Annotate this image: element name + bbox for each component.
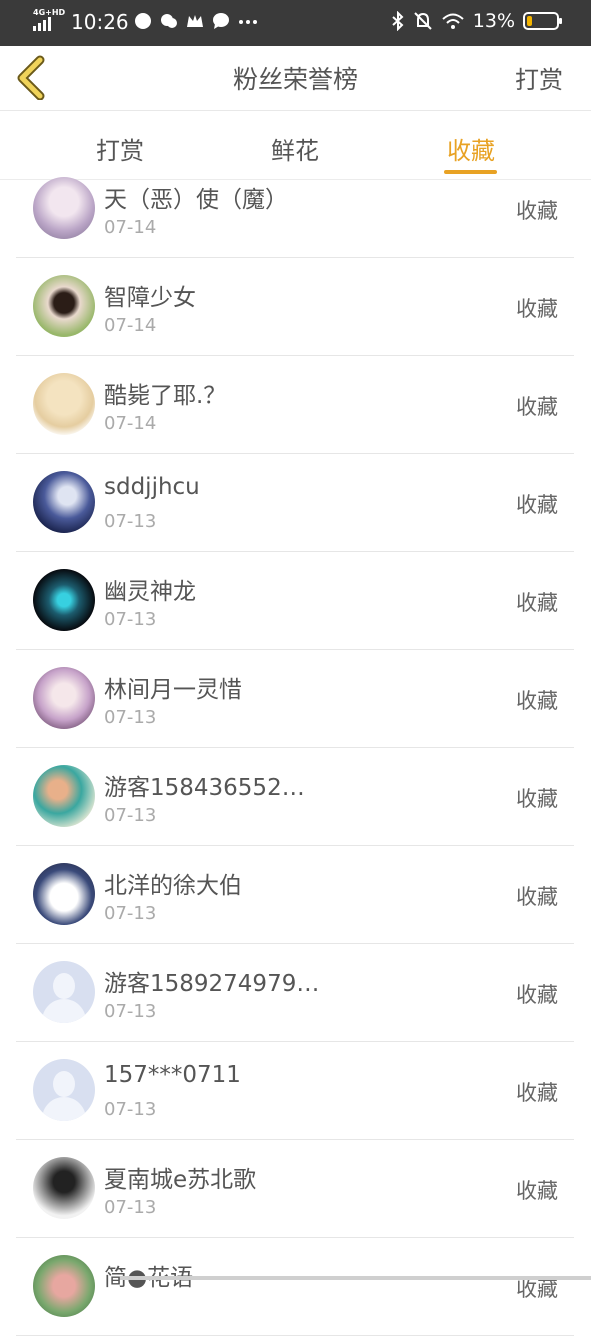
favorite-label: 收藏: [516, 1081, 558, 1105]
list-item[interactable]: 游客158436552… 07-13 收藏: [16, 748, 574, 846]
battery-icon: [523, 12, 562, 30]
user-name: 北洋的徐大伯: [104, 873, 242, 899]
avatar: [33, 863, 95, 925]
list-item[interactable]: 智障少女 07-14 收藏: [16, 258, 574, 356]
page-title: 粉丝荣誉榜: [232, 65, 358, 94]
date: 07-13: [104, 707, 157, 728]
user-name: 游客158436552…: [104, 775, 305, 801]
date: 07-13: [104, 903, 157, 924]
list-item[interactable]: 林间月一灵惜 07-13 收藏: [16, 650, 574, 748]
fan-list: 天（恶）使（魔） 07-14 收藏 智障少女 07-14 收藏 酷毙了耶.？ 0…: [16, 160, 574, 1336]
avatar: [33, 569, 95, 631]
favorite-label: 收藏: [516, 787, 558, 811]
favorite-label: 收藏: [516, 689, 558, 713]
date: 07-13: [104, 511, 157, 532]
default-avatar-icon: [33, 1059, 95, 1121]
avatar: [33, 667, 95, 729]
top-bar: 粉丝荣誉榜 打赏: [0, 46, 591, 111]
date: 07-13: [104, 1197, 157, 1218]
more-icon: [238, 12, 257, 30]
mute-icon: [414, 12, 432, 30]
favorite-label: 收藏: [516, 1179, 558, 1203]
date: 07-14: [104, 413, 157, 434]
date: 07-13: [104, 1099, 157, 1120]
favorite-label: 收藏: [516, 395, 558, 419]
list-item[interactable]: 幽灵神龙 07-13 收藏: [16, 552, 574, 650]
avatar: [33, 275, 95, 337]
date: 07-13: [104, 1001, 157, 1022]
battery-percent: 13%: [472, 10, 515, 32]
list-item[interactable]: 157***0711 07-13 收藏: [16, 1042, 574, 1140]
user-name: 157***0711: [104, 1062, 241, 1088]
user-name: 智障少女: [104, 285, 196, 311]
list-item[interactable]: 简●花语 收藏: [16, 1238, 574, 1336]
avatar: [33, 471, 95, 533]
user-name: sddjjhcu: [104, 474, 200, 500]
date: 07-14: [104, 217, 157, 238]
favorite-label: 收藏: [516, 493, 558, 517]
wifi-icon: [442, 13, 464, 29]
list-item[interactable]: sddjjhcu 07-13 收藏: [16, 454, 574, 552]
favorite-label: 收藏: [516, 591, 558, 615]
user-name: 林间月一灵惜: [104, 677, 242, 703]
user-name: 游客1589274979…: [104, 971, 320, 997]
reward-button[interactable]: 打赏: [515, 60, 563, 95]
default-avatar-icon: [33, 961, 95, 1023]
favorite-label: 收藏: [516, 199, 558, 223]
favorite-label: 收藏: [516, 983, 558, 1007]
list-item[interactable]: 夏南城e苏北歌 07-13 收藏: [16, 1140, 574, 1238]
avatar: [33, 373, 95, 435]
date: 07-13: [104, 805, 157, 826]
scrollbar[interactable]: [120, 1276, 591, 1280]
status-right: 13%: [391, 10, 562, 32]
status-time: 10:26: [71, 10, 129, 34]
signal-icon: [33, 17, 51, 31]
list-item[interactable]: 游客1589274979… 07-13 收藏: [16, 944, 574, 1042]
favorite-label: 收藏: [516, 885, 558, 909]
avatar: [33, 1255, 95, 1317]
list-item[interactable]: 天（恶）使（魔） 07-14 收藏: [16, 160, 574, 258]
user-name: 夏南城e苏北歌: [104, 1167, 257, 1193]
notification-icons: [134, 12, 257, 30]
user-name: 简●花语: [104, 1265, 194, 1291]
bluetooth-icon: [392, 11, 404, 31]
date: 07-13: [104, 609, 157, 630]
favorite-label: 收藏: [516, 297, 558, 321]
user-name: 酷毙了耶.？: [104, 383, 227, 409]
avatar: [33, 177, 95, 239]
list-item[interactable]: 北洋的徐大伯 07-13 收藏: [16, 846, 574, 944]
list-item[interactable]: 酷毙了耶.？ 07-14 收藏: [16, 356, 574, 454]
app-icon: [134, 12, 152, 30]
avatar: [33, 765, 95, 827]
wechat-icon: [160, 12, 178, 30]
chat-icon: [212, 12, 230, 30]
status-bar: 4G+HD 10:26 13%: [0, 0, 591, 46]
avatar: [33, 1157, 95, 1219]
crown-icon: [186, 12, 204, 30]
date: 07-14: [104, 315, 157, 336]
user-name: 幽灵神龙: [104, 579, 196, 605]
user-name: 天（恶）使（魔）: [104, 187, 288, 213]
